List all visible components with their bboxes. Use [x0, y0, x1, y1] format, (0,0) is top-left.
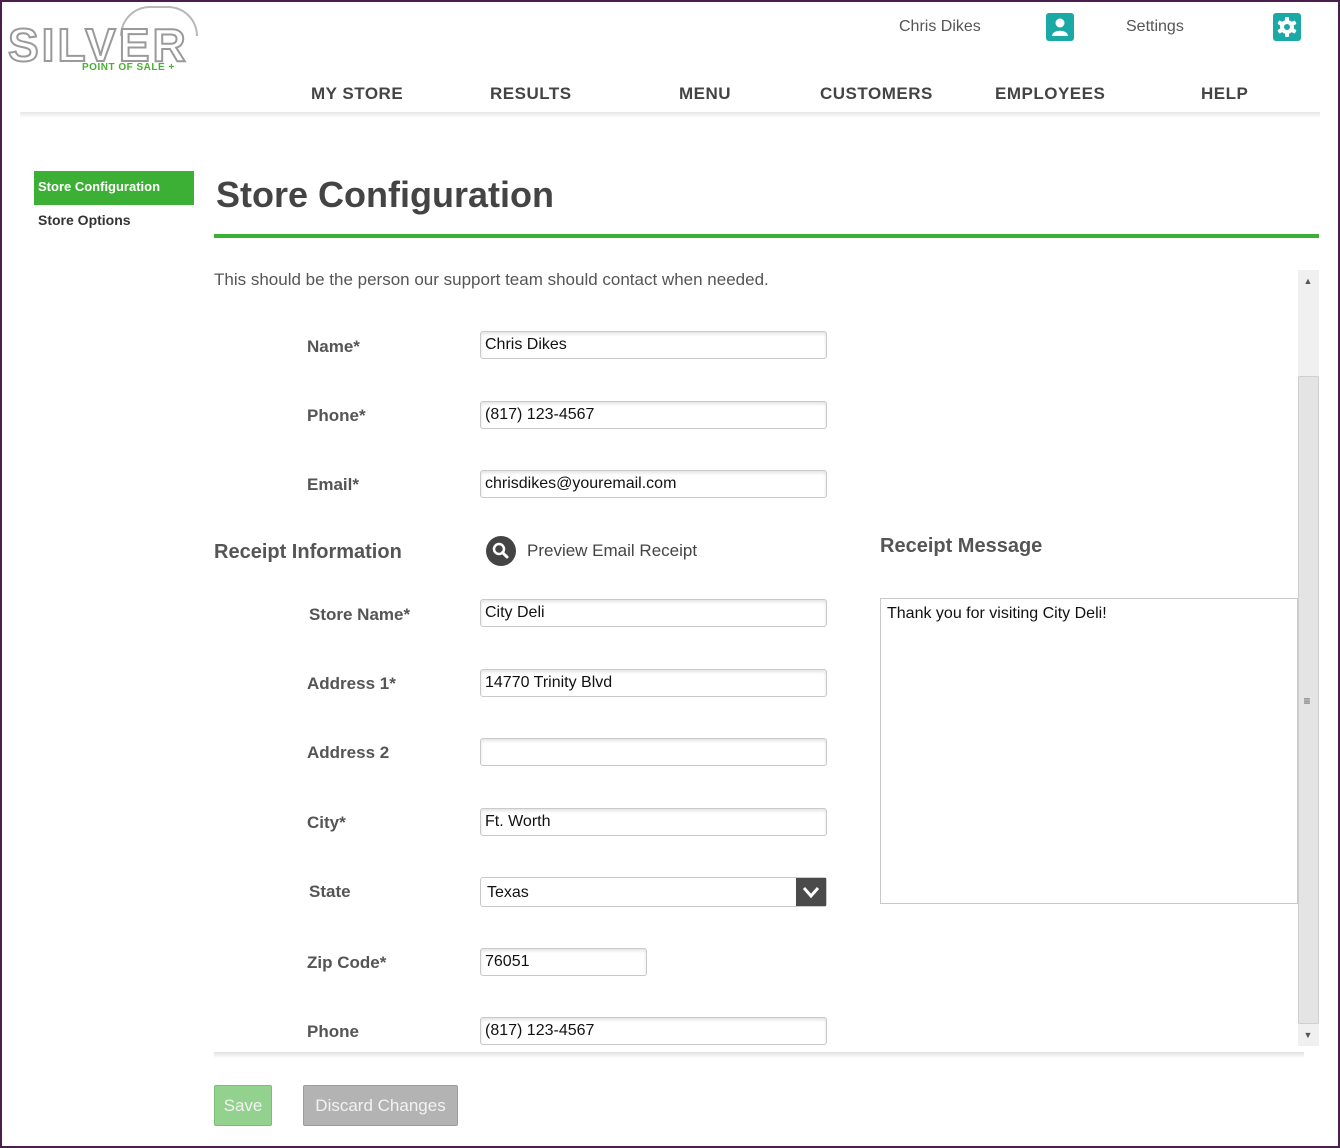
nav-results[interactable]: RESULTS: [490, 84, 572, 104]
phone-input[interactable]: [480, 401, 827, 429]
store-name-label: Store Name*: [309, 605, 411, 624]
scroll-down-arrow-icon[interactable]: ▼: [1302, 1030, 1314, 1042]
form-bottom-divider: [214, 1052, 1304, 1058]
chevron-down-icon[interactable]: [796, 878, 826, 906]
nav-menu[interactable]: MENU: [679, 84, 731, 104]
state-select[interactable]: Texas: [480, 877, 827, 907]
nav-divider: [20, 112, 1320, 118]
save-button[interactable]: Save: [214, 1085, 272, 1126]
sidebar-item-store-configuration[interactable]: Store Configuration: [34, 171, 194, 205]
zip-code-input[interactable]: [480, 948, 647, 976]
main-nav: MY STORE RESULTS MENU CUSTOMERS EMPLOYEE…: [0, 84, 1340, 108]
scroll-up-arrow-icon[interactable]: ▲: [1302, 276, 1314, 288]
nav-help[interactable]: HELP: [1201, 84, 1248, 104]
silver-logo: SILVER POINT OF SALE +: [7, 6, 198, 76]
nav-employees[interactable]: EMPLOYEES: [995, 84, 1105, 104]
city-input[interactable]: [480, 808, 827, 836]
receipt-message-textarea[interactable]: Thank you for visiting City Deli!: [880, 598, 1298, 904]
page-title: Store Configuration: [216, 174, 554, 215]
name-label: Name*: [307, 337, 360, 356]
discard-changes-button[interactable]: Discard Changes: [303, 1085, 458, 1126]
scrollbar-grip-icon: ≡: [1303, 694, 1311, 708]
address2-input[interactable]: [480, 738, 827, 766]
magnifier-icon[interactable]: [486, 536, 516, 566]
store-name-input[interactable]: [480, 599, 827, 627]
sidebar-item-store-options[interactable]: Store Options: [38, 212, 131, 228]
receipt-message-heading: Receipt Message: [880, 535, 1043, 557]
window-frame: [0, 0, 1340, 1148]
user-name[interactable]: Chris Dikes: [899, 18, 981, 36]
zip-code-label: Zip Code*: [307, 953, 387, 972]
preview-email-receipt-link[interactable]: Preview Email Receipt: [527, 541, 697, 561]
city-label: City*: [307, 813, 346, 832]
name-input[interactable]: [480, 331, 827, 359]
settings-link[interactable]: Settings: [1126, 18, 1184, 36]
address1-input[interactable]: [480, 669, 827, 697]
contact-intro-text: This should be the person our support te…: [214, 270, 769, 289]
email-input[interactable]: [480, 470, 827, 498]
state-select-value: Texas: [487, 884, 529, 901]
address1-label: Address 1*: [307, 674, 396, 693]
email-label: Email*: [307, 475, 359, 494]
receipt-information-heading: Receipt Information: [214, 541, 402, 563]
state-label: State: [309, 882, 351, 901]
gear-icon[interactable]: [1273, 13, 1301, 41]
user-icon[interactable]: [1046, 13, 1074, 41]
address2-label: Address 2: [307, 743, 390, 762]
receipt-phone-label: Phone: [307, 1022, 359, 1041]
receipt-phone-input[interactable]: [480, 1017, 827, 1045]
nav-customers[interactable]: CUSTOMERS: [820, 84, 933, 104]
title-divider: [214, 234, 1319, 238]
phone-label: Phone*: [307, 406, 366, 425]
logo-tagline: POINT OF SALE +: [82, 62, 175, 73]
nav-my-store[interactable]: MY STORE: [311, 84, 403, 104]
